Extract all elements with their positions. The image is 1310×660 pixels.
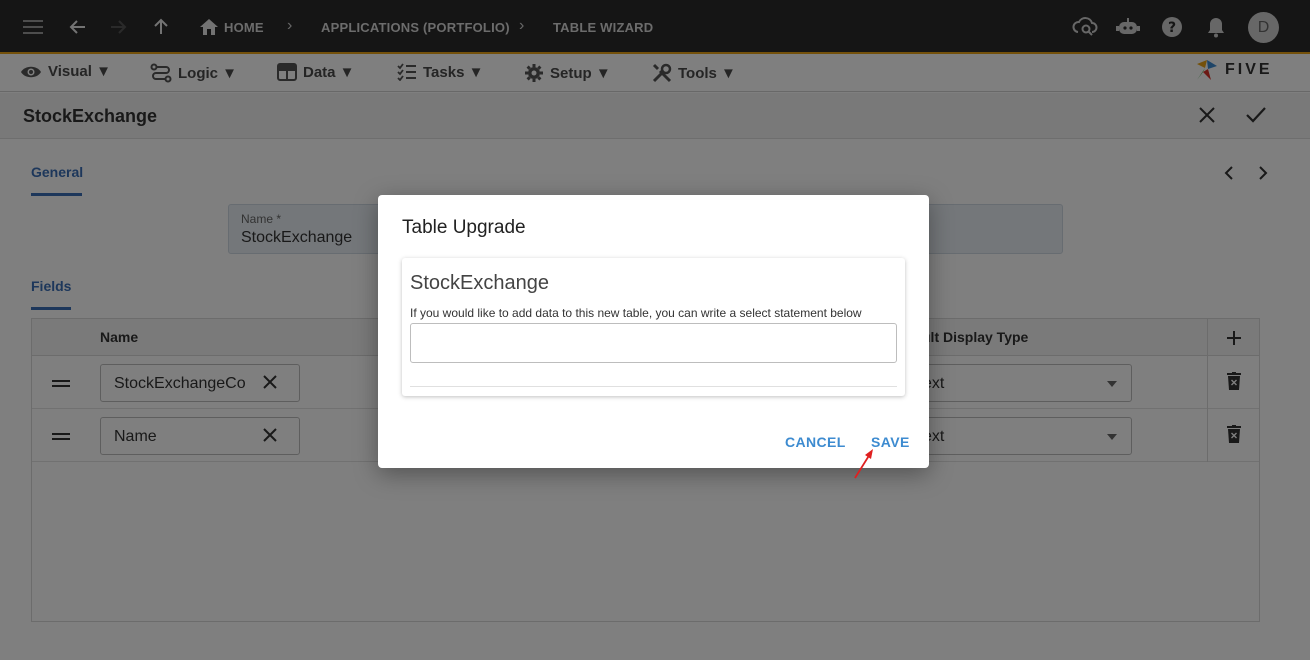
table-upgrade-dialog: Table Upgrade StockExchange If you would… xyxy=(378,195,929,468)
dialog-card: StockExchange If you would like to add d… xyxy=(402,258,905,396)
select-statement-input[interactable] xyxy=(410,323,897,363)
dialog-card-title: StockExchange xyxy=(410,272,549,294)
cancel-button[interactable]: CANCEL xyxy=(785,434,846,450)
card-divider xyxy=(410,386,897,387)
dialog-title: Table Upgrade xyxy=(402,217,526,238)
annotation-arrow-icon xyxy=(854,449,873,479)
select-statement-help-text: If you would like to add data to this ne… xyxy=(410,306,862,320)
